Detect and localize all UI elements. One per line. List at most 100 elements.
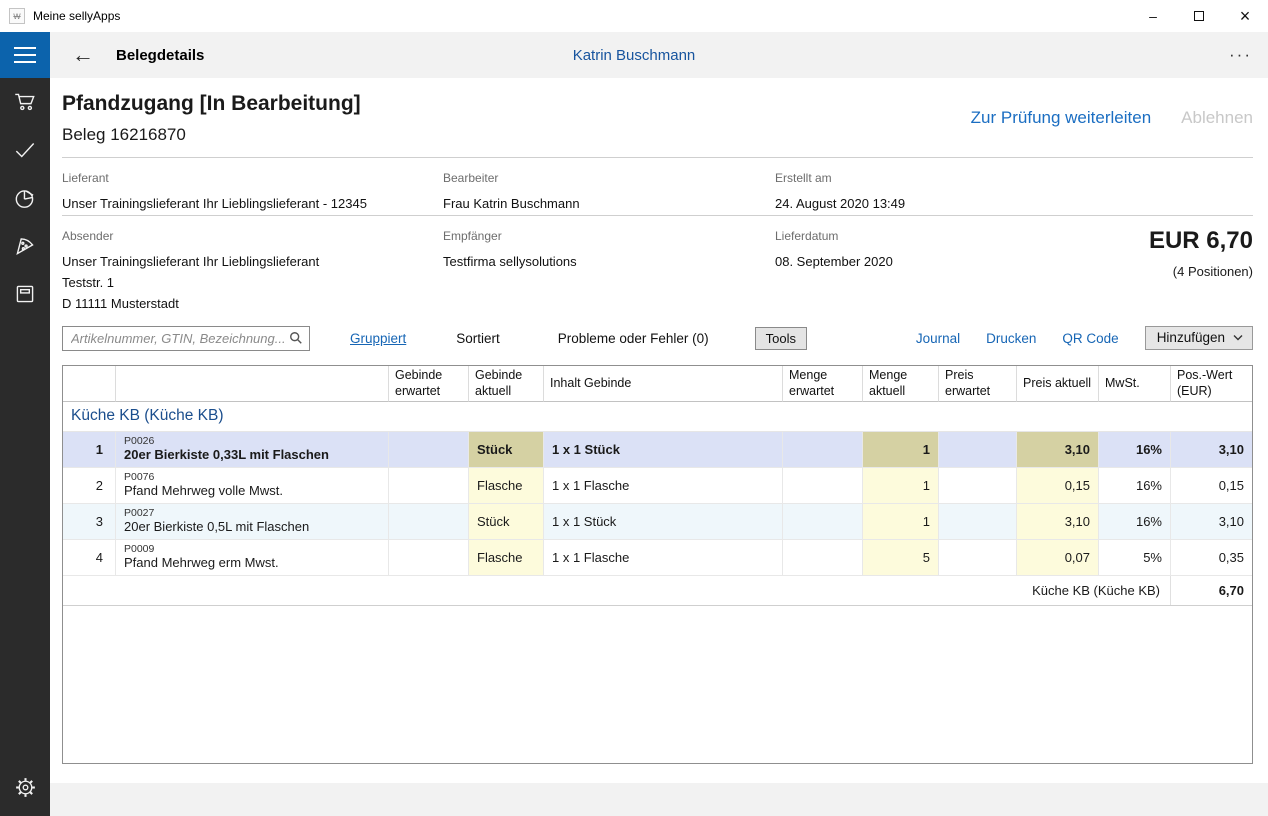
col-header-rownum xyxy=(63,366,116,402)
pizza-slice-icon xyxy=(12,233,38,259)
window-controls: – × xyxy=(1130,0,1268,32)
bottom-strip xyxy=(50,783,1268,816)
journal-book-icon xyxy=(12,281,38,307)
close-button[interactable]: × xyxy=(1222,0,1268,32)
menge-erwartet-cell xyxy=(783,540,863,576)
table-row[interactable]: 1 P0026 20er Bierkiste 0,33L mit Flasche… xyxy=(63,432,1252,468)
total-block: EUR 6,70 (4 Positionen) xyxy=(1149,227,1253,279)
col-header-gebinde-erwartet: Gebinde erwartet xyxy=(389,366,469,402)
check-icon xyxy=(12,137,38,163)
journal-link[interactable]: Journal xyxy=(916,331,960,346)
drucken-link[interactable]: Drucken xyxy=(986,331,1036,346)
row-number: 3 xyxy=(63,504,116,540)
maximize-button[interactable] xyxy=(1176,0,1222,32)
col-header-pos-wert: Pos.-Wert (EUR) xyxy=(1171,366,1252,402)
gebinde-aktuell-cell[interactable]: Stück xyxy=(469,504,544,540)
window-title: Meine sellyApps xyxy=(33,9,120,23)
group-footer-label: Küche KB (Küche KB) xyxy=(63,576,1171,605)
app-icon: w xyxy=(9,8,25,24)
sidebar-item-journal[interactable] xyxy=(0,270,50,318)
pos-wert-cell: 0,15 xyxy=(1171,468,1252,504)
back-button[interactable]: ← xyxy=(72,44,94,66)
gebinde-aktuell-cell[interactable]: Stück xyxy=(469,432,544,468)
table-header-row: Gebinde erwartet Gebinde aktuell Inhalt … xyxy=(63,366,1252,400)
preis-aktuell-cell[interactable]: 0,15 xyxy=(1017,468,1099,504)
col-header-gebinde-aktuell: Gebinde aktuell xyxy=(469,366,544,402)
inhalt-gebinde-cell: 1 x 1 Stück xyxy=(544,432,783,468)
col-header-mwst: MwSt. xyxy=(1099,366,1171,402)
total-amount: EUR 6,70 xyxy=(1149,227,1253,255)
probleme-filter[interactable]: Probleme oder Fehler (0) xyxy=(558,331,709,346)
preis-aktuell-cell[interactable]: 3,10 xyxy=(1017,504,1099,540)
sidebar-item-tasks[interactable] xyxy=(0,126,50,174)
reject-button[interactable]: Ablehnen xyxy=(1181,108,1253,128)
hamburger-menu-button[interactable] xyxy=(0,32,50,78)
mwst-cell: 5% xyxy=(1099,540,1171,576)
field-label-bearbeiter: Bearbeiter xyxy=(443,159,775,185)
article-cell: P0009 Pfand Mehrweg erm Mwst. xyxy=(116,540,389,576)
mwst-cell: 16% xyxy=(1099,504,1171,540)
gebinde-aktuell-cell[interactable]: Flasche xyxy=(469,540,544,576)
sidebar-item-food[interactable] xyxy=(0,222,50,270)
pos-wert-cell: 3,10 xyxy=(1171,432,1252,468)
gruppiert-toggle[interactable]: Gruppiert xyxy=(350,331,406,346)
fields-row-1: Lieferant Unser Trainingslieferant Ihr L… xyxy=(62,159,1253,216)
table-row[interactable]: 3 P0027 20er Bierkiste 0,5L mit Flaschen… xyxy=(63,504,1252,540)
forward-for-review-button[interactable]: Zur Prüfung weiterleiten xyxy=(971,108,1151,128)
positions-table: Gebinde erwartet Gebinde aktuell Inhalt … xyxy=(62,365,1253,764)
menge-aktuell-cell[interactable]: 1 xyxy=(863,504,939,540)
group-footer-row: Küche KB (Küche KB) 6,70 xyxy=(63,576,1252,606)
article-cell: P0076 Pfand Mehrweg volle Mwst. xyxy=(116,468,389,504)
chevron-down-icon xyxy=(1233,334,1243,341)
app-window: w Meine sellyApps – × ← Belegdetails Kat… xyxy=(0,0,1268,816)
col-header-inhalt-gebinde: Inhalt Gebinde xyxy=(544,366,783,402)
field-label-erstellt-am: Erstellt am xyxy=(775,159,1253,185)
inhalt-gebinde-cell: 1 x 1 Flasche xyxy=(544,540,783,576)
table-row[interactable]: 2 P0076 Pfand Mehrweg volle Mwst. Flasch… xyxy=(63,468,1252,504)
sidebar xyxy=(0,78,50,816)
tools-button[interactable]: Tools xyxy=(755,327,807,350)
sidebar-item-statistics[interactable] xyxy=(0,174,50,222)
sidebar-item-settings[interactable] xyxy=(0,763,50,811)
col-header-menge-aktuell: Menge aktuell xyxy=(863,366,939,402)
sidebar-item-cart[interactable] xyxy=(0,78,50,126)
search-input[interactable] xyxy=(71,331,289,346)
menge-aktuell-cell[interactable]: 5 xyxy=(863,540,939,576)
qr-code-link[interactable]: QR Code xyxy=(1062,331,1118,346)
hinzufuegen-dropdown-button[interactable]: Hinzufügen xyxy=(1145,326,1253,350)
sortiert-toggle[interactable]: Sortiert xyxy=(456,331,500,346)
inhalt-gebinde-cell: 1 x 1 Flasche xyxy=(544,468,783,504)
document-number: Beleg 16216870 xyxy=(62,125,1253,145)
gebinde-erwartet-cell xyxy=(389,468,469,504)
preis-erwartet-cell xyxy=(939,540,1017,576)
group-footer-value: 6,70 xyxy=(1171,576,1252,605)
search-icon[interactable] xyxy=(289,331,303,345)
minimize-button[interactable]: – xyxy=(1130,0,1176,32)
total-positions: (4 Positionen) xyxy=(1149,264,1253,279)
menge-erwartet-cell xyxy=(783,432,863,468)
user-name[interactable]: Katrin Buschmann xyxy=(300,47,968,64)
col-header-preis-aktuell: Preis aktuell xyxy=(1017,366,1099,402)
field-label-absender: Absender xyxy=(62,217,443,243)
more-options-button[interactable]: ··· xyxy=(1229,45,1252,65)
toolbar: Gruppiert Sortiert Probleme oder Fehler … xyxy=(62,324,1253,352)
group-header: Küche KB (Küche KB) xyxy=(63,400,1252,432)
gebinde-erwartet-cell xyxy=(389,504,469,540)
menge-aktuell-cell[interactable]: 1 xyxy=(863,432,939,468)
menge-aktuell-cell[interactable]: 1 xyxy=(863,468,939,504)
table-row[interactable]: 4 P0009 Pfand Mehrweg erm Mwst. Flasche … xyxy=(63,540,1252,576)
pos-wert-cell: 0,35 xyxy=(1171,540,1252,576)
gebinde-aktuell-cell[interactable]: Flasche xyxy=(469,468,544,504)
preis-erwartet-cell xyxy=(939,468,1017,504)
preis-aktuell-cell[interactable]: 3,10 xyxy=(1017,432,1099,468)
preis-aktuell-cell[interactable]: 0,07 xyxy=(1017,540,1099,576)
col-header-menge-erwartet: Menge erwartet xyxy=(783,366,863,402)
preis-erwartet-cell xyxy=(939,432,1017,468)
field-value-empfaenger: Testfirma sellysolutions xyxy=(443,243,775,272)
cart-icon xyxy=(12,89,38,115)
appbar: ← Belegdetails Katrin Buschmann ··· xyxy=(0,32,1268,78)
preis-erwartet-cell xyxy=(939,504,1017,540)
field-value-erstellt-am: 24. August 2020 13:49 xyxy=(775,185,1253,214)
field-label-empfaenger: Empfänger xyxy=(443,217,775,243)
fields-row-2: Absender Unser Trainingslieferant Ihr Li… xyxy=(62,217,1253,321)
